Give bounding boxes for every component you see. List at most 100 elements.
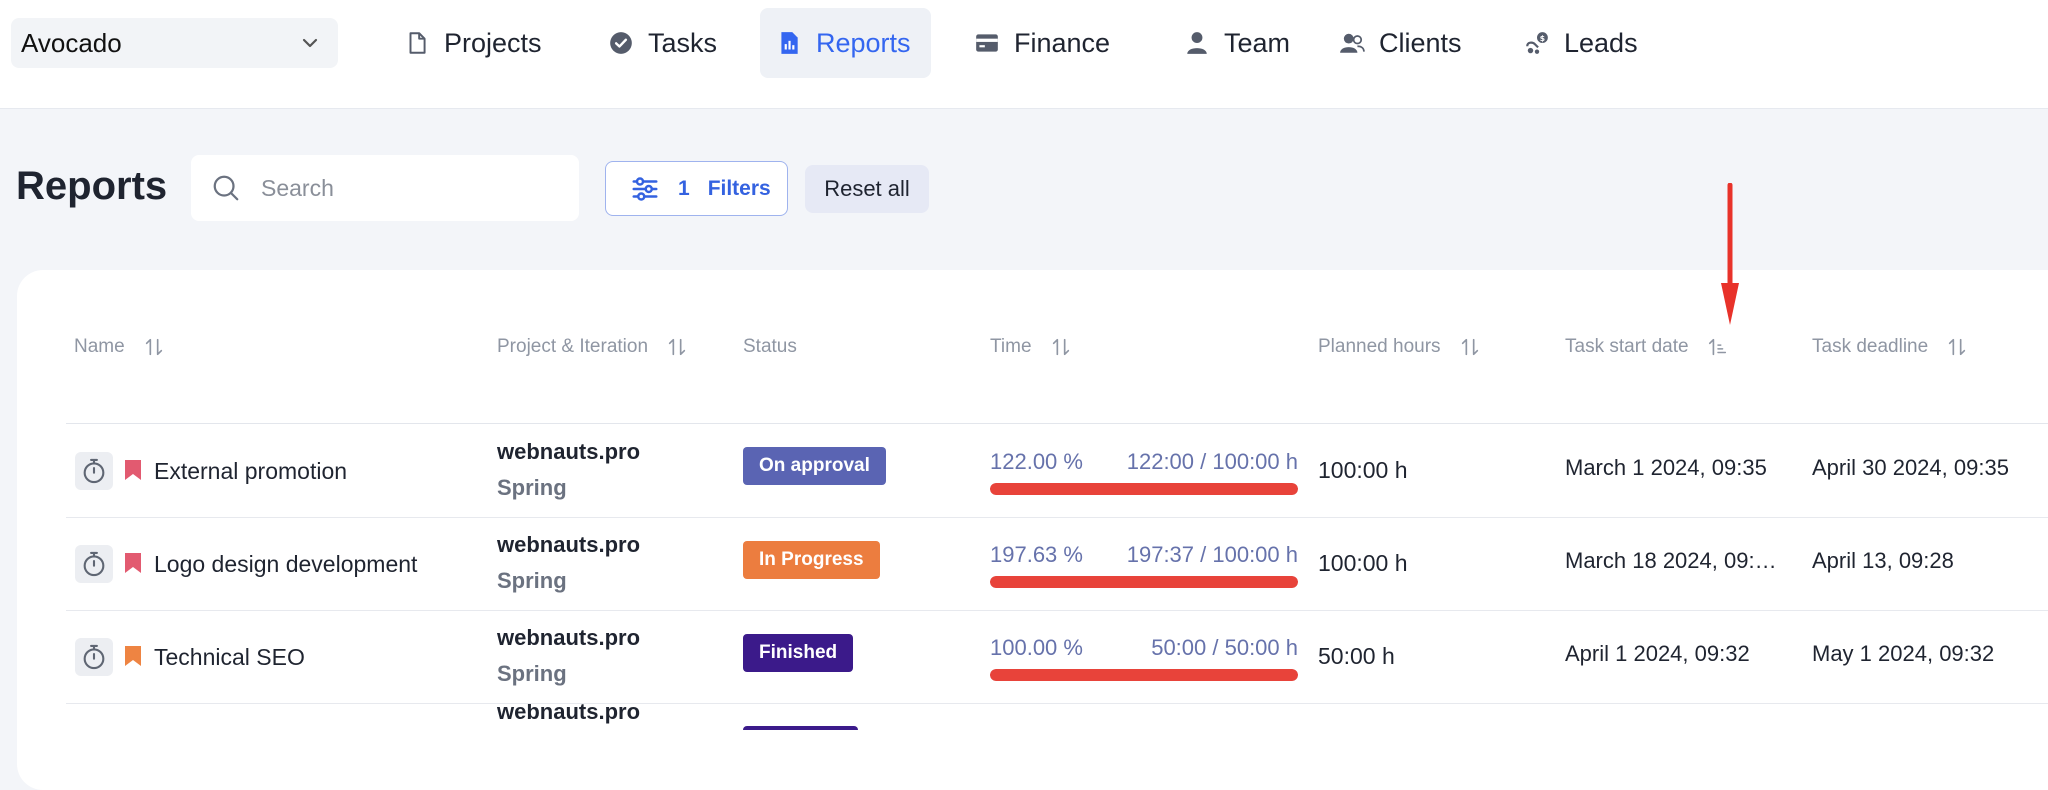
nav-projects[interactable]: Projects: [388, 8, 558, 78]
column-header-label: Status: [743, 336, 797, 357]
project-iteration: webnauts.pro Spring: [497, 434, 640, 506]
column-header-status: Status: [743, 336, 797, 358]
reset-all-button[interactable]: Reset all: [805, 165, 929, 213]
timer-button[interactable]: [75, 545, 113, 583]
time-progress-fill: [990, 576, 1298, 588]
project-name[interactable]: webnauts.pro: [497, 434, 640, 470]
column-header-label: Time: [990, 336, 1032, 357]
status-badge: On approval: [743, 447, 886, 485]
sort-icon[interactable]: [666, 336, 688, 358]
task-name[interactable]: External promotion: [154, 458, 347, 485]
report-icon: [781, 32, 798, 54]
bookmark-icon: [125, 646, 141, 666]
workspace-selector[interactable]: Avocado: [11, 18, 338, 68]
column-header-label: Name: [74, 336, 125, 357]
time-progress: 100.00 % 50:00 / 50:00 h: [990, 635, 1298, 681]
project-name[interactable]: webnauts.pro: [497, 527, 640, 563]
project-name[interactable]: webnauts.pro: [497, 620, 640, 656]
timer-button[interactable]: [75, 638, 113, 676]
nav-team-label: Team: [1224, 27, 1291, 58]
nav-clients[interactable]: Clients: [1323, 8, 1478, 78]
nav-reports-label: Reports: [816, 27, 911, 58]
timer-button[interactable]: [75, 452, 113, 490]
time-progress: 197.63 % 197:37 / 100:00 h: [990, 542, 1298, 588]
status-badge: In Progress: [743, 541, 880, 579]
chevron-down-icon: [302, 38, 318, 48]
bookmark-icon: [125, 553, 141, 573]
time-progress-bar: [990, 483, 1298, 495]
time-progress-bar: [990, 669, 1298, 681]
planned-hours: 100:00 h: [1318, 550, 1408, 576]
task-start-date: March 1 2024, 09:35: [1565, 455, 1767, 480]
sort-icon[interactable]: [143, 336, 165, 358]
column-header-name[interactable]: Name: [74, 336, 165, 358]
nav-leads-label: Leads: [1564, 27, 1638, 58]
search-icon: [213, 175, 239, 201]
person-icon: [1187, 32, 1207, 54]
search-box[interactable]: [191, 155, 579, 221]
iteration-name: Spring: [497, 475, 567, 500]
nav-finance[interactable]: Finance: [958, 8, 1126, 78]
nav-clients-label: Clients: [1379, 27, 1462, 58]
column-header-planned-hours[interactable]: Planned hours: [1318, 336, 1481, 358]
top-navigation-bar: Avocado Projects Tasks Reports Finance T…: [0, 0, 2048, 109]
sort-ascending-icon[interactable]: [1707, 336, 1729, 358]
stopwatch-icon: [83, 644, 105, 670]
project-name[interactable]: webnauts.pro: [497, 704, 640, 730]
sliders-icon: [632, 176, 658, 201]
annotation-arrow: [1721, 183, 1739, 325]
time-ratio: 197:37 / 100:00 h: [1126, 542, 1298, 567]
time-percent: 122.00 %: [990, 449, 1083, 474]
time-ratio: 122:00 / 100:00 h: [1126, 449, 1298, 474]
task-start-date: March 18 2024, 09:…: [1565, 548, 1777, 573]
task-name[interactable]: Logo design development: [154, 551, 417, 578]
file-icon: [409, 32, 426, 54]
project-iteration: webnauts.pro: [497, 704, 640, 730]
time-progress: 122.00 % 122:00 / 100:00 h: [990, 449, 1298, 495]
nav-leads[interactable]: $ Leads: [1508, 8, 1654, 78]
search-input[interactable]: [259, 173, 563, 203]
table-row: Logo design development webnauts.pro Spr…: [0, 518, 2048, 611]
stopwatch-icon: [83, 551, 105, 577]
status-badge: [743, 726, 858, 730]
task-deadline: May 1 2024, 09:32: [1812, 641, 1995, 666]
nav-reports[interactable]: Reports: [760, 8, 931, 78]
column-header-label: Planned hours: [1318, 336, 1441, 357]
iteration-name: Spring: [497, 568, 567, 593]
wallet-icon: [976, 34, 998, 52]
svg-text:$: $: [1540, 34, 1545, 43]
planned-hours: 100:00 h: [1318, 457, 1408, 483]
filters-count: 1: [678, 176, 690, 200]
column-header-task-start-date[interactable]: Task start date: [1565, 336, 1729, 358]
column-header-project[interactable]: Project & Iteration: [497, 336, 688, 358]
table-row: webnauts.pro: [0, 704, 2048, 730]
task-deadline: April 30 2024, 09:35: [1812, 455, 2009, 480]
table-row: Technical SEO webnauts.pro Spring Finish…: [0, 611, 2048, 704]
planned-hours: 50:00 h: [1318, 643, 1395, 669]
filters-button[interactable]: 1 Filters: [605, 161, 788, 216]
task-name[interactable]: Technical SEO: [154, 644, 305, 671]
time-progress-bar: [990, 576, 1298, 588]
stopwatch-icon: [83, 458, 105, 484]
leads-icon: $: [1526, 32, 1548, 54]
check-circle-icon: [610, 32, 632, 54]
nav-projects-label: Projects: [444, 27, 542, 58]
column-header-time[interactable]: Time: [990, 336, 1072, 358]
column-header-label: Project & Iteration: [497, 336, 649, 357]
iteration-name: Spring: [497, 661, 567, 686]
filters-label: Filters: [707, 176, 771, 200]
nav-team[interactable]: Team: [1168, 8, 1306, 78]
nav-tasks[interactable]: Tasks: [592, 8, 733, 78]
task-deadline: April 13, 09:28: [1812, 548, 1954, 573]
time-progress-fill: [990, 669, 1298, 681]
sort-icon[interactable]: [1946, 336, 1968, 358]
project-iteration: webnauts.pro Spring: [497, 620, 640, 692]
sort-icon[interactable]: [1459, 336, 1481, 358]
column-header-label: Task start date: [1565, 336, 1689, 357]
sort-icon[interactable]: [1050, 336, 1072, 358]
task-start-date: April 1 2024, 09:32: [1565, 641, 1750, 666]
column-header-task-deadline[interactable]: Task deadline: [1812, 336, 1968, 358]
bookmark-icon: [125, 460, 141, 480]
time-ratio: 50:00 / 50:00 h: [1151, 635, 1298, 660]
nav-finance-label: Finance: [1014, 27, 1111, 58]
